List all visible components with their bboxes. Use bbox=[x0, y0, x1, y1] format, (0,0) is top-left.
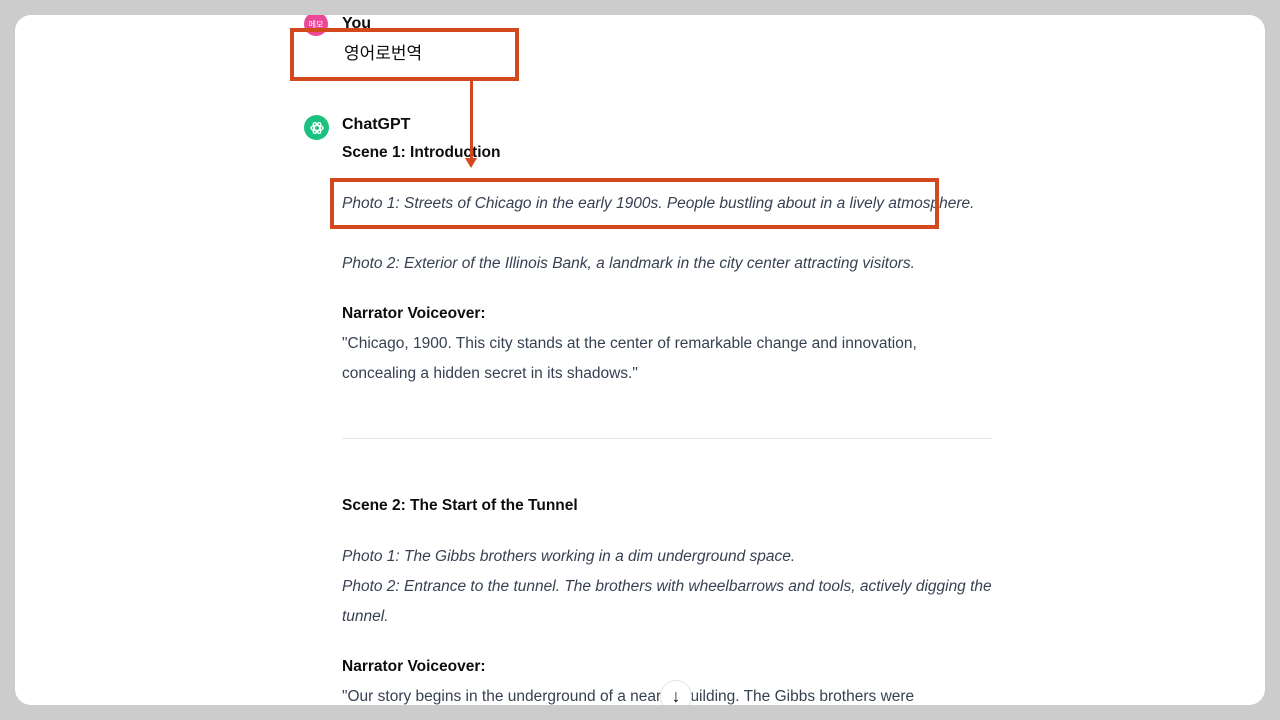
highlight-box-photo1 bbox=[330, 178, 939, 229]
scroll-down-button[interactable]: ↓ bbox=[660, 680, 692, 705]
scene1-voiceover: "Chicago, 1900. This city stands at the … bbox=[342, 335, 917, 382]
assistant-author-label: ChatGPT bbox=[342, 116, 411, 133]
scene1-photo2: Photo 2: Exterior of the Illinois Bank, … bbox=[342, 255, 915, 272]
scene2-photo2: Photo 2: Entrance to the tunnel. The bro… bbox=[342, 578, 992, 625]
chatgpt-avatar bbox=[304, 115, 329, 140]
annotation-arrow bbox=[470, 81, 473, 159]
scene2-heading: Scene 2: The Start of the Tunnel bbox=[342, 497, 578, 514]
openai-logo-icon bbox=[309, 121, 324, 134]
annotation-arrow-head bbox=[465, 158, 477, 168]
highlight-box-user-message bbox=[290, 28, 519, 81]
arrow-down-icon: ↓ bbox=[671, 685, 681, 706]
scene2-voiceover-label: Narrator Voiceover: bbox=[342, 658, 486, 675]
section-divider bbox=[342, 438, 992, 439]
chat-panel: 메모 You 영어로번역 ChatGPT Scene 1: Introducti… bbox=[15, 15, 1265, 705]
scene2-photo1: Photo 1: The Gibbs brothers working in a… bbox=[342, 548, 796, 565]
scene1-voiceover-label: Narrator Voiceover: bbox=[342, 305, 486, 322]
